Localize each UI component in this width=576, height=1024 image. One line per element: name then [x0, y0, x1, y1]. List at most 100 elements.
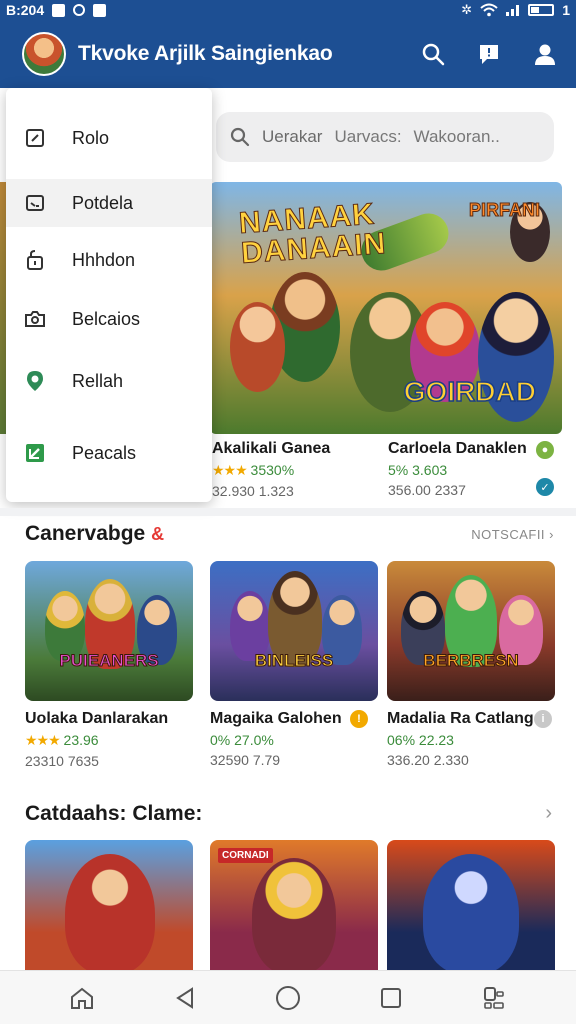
- status-badge: ✓: [536, 478, 554, 496]
- drawer-item-label: Rolo: [72, 127, 110, 148]
- bluetooth-icon: ✲: [461, 2, 473, 17]
- card-badge: CORNADI: [218, 848, 273, 863]
- game-downloads: 356.00 2337: [388, 482, 466, 498]
- game-title: Akalikali Ganea: [212, 440, 331, 457]
- lock-icon: [24, 249, 46, 271]
- chevron-right-icon[interactable]: ›: [545, 802, 552, 825]
- notification-icon: [52, 3, 66, 17]
- status-time: B:204: [6, 2, 45, 18]
- drawer-item-belcaios[interactable]: Belcaios: [6, 295, 212, 343]
- section-title: Catdaahs: Clame:: [25, 802, 203, 825]
- featured-game-meta[interactable]: Carloela Danaklen 5% 3.603 356.00 2337: [388, 440, 527, 498]
- banner-hero: [230, 302, 285, 392]
- apps-icon: [484, 986, 505, 1009]
- game-card-image[interactable]: BERBRESN: [387, 561, 555, 701]
- home-button[interactable]: [67, 983, 97, 1013]
- section-title: Canervabge &: [25, 522, 165, 545]
- game-card-image[interactable]: [25, 840, 193, 972]
- home-icon: [70, 987, 93, 1009]
- drawer-item-label: Peacals: [72, 442, 137, 463]
- status-right-text: 1: [562, 2, 570, 18]
- section-divider: [0, 508, 576, 516]
- recents-button[interactable]: [376, 983, 406, 1013]
- back-icon: [175, 986, 193, 1009]
- drawer-item-hhhdon[interactable]: Hhhdon: [6, 236, 212, 284]
- system-nav-bar: [0, 970, 576, 1024]
- game-rating: 5% 3.603: [388, 462, 448, 478]
- status-badge: !: [350, 710, 368, 728]
- drawer-item-label: Potdela: [72, 192, 134, 213]
- game-rating: 0% 27.0%: [210, 732, 274, 748]
- back-button[interactable]: [170, 983, 200, 1013]
- game-title: Carloela Danaklen: [388, 440, 527, 457]
- game-card-image[interactable]: [387, 840, 555, 972]
- home-circle-button[interactable]: [273, 983, 303, 1013]
- card-art: [252, 858, 336, 972]
- circle-icon: [275, 985, 300, 1010]
- game-card-meta[interactable]: Madalia Ra Catlang 06% 22.23 336.20 2.33…: [387, 710, 534, 768]
- featured-game-meta[interactable]: Akalikali Ganea ★★★ 3530% 32.930 1.323: [212, 440, 330, 499]
- drawer-item-peacals[interactable]: Peacals: [6, 429, 212, 477]
- game-downloads: 32590 7.79: [210, 752, 281, 768]
- card-art: [423, 854, 519, 972]
- search-bar[interactable]: Uerakar Uarvacs: Wakooran..: [216, 112, 554, 162]
- search-icon: [230, 127, 250, 147]
- profile-icon: [535, 44, 555, 65]
- square-icon: [381, 987, 402, 1008]
- edit-icon: [24, 127, 46, 149]
- download-icon: [93, 3, 107, 17]
- featured-banner[interactable]: NANAAK DANAAIN PIRFANI GOIRDAD: [210, 182, 562, 434]
- banner-logo: NANAAK DANAAIN: [237, 197, 388, 270]
- game-downloads: 32.930 1.323: [212, 483, 294, 499]
- game-card-image[interactable]: BINLEISS: [210, 561, 378, 701]
- card-logo: BINLEISS: [254, 651, 334, 671]
- search-chip[interactable]: Uarvacs:: [334, 127, 401, 147]
- search-chip[interactable]: Wakooran..: [414, 127, 500, 147]
- game-title: Madalia Ra Catlang: [387, 710, 534, 727]
- status-badge: ●: [536, 441, 554, 459]
- status-badge: i: [534, 710, 552, 728]
- banner-logo: PIRFANI: [468, 200, 540, 221]
- status-bar: B:204 ✲ 1: [0, 0, 576, 20]
- game-title: Uolaka Danlarakan: [25, 710, 169, 727]
- card-art: [65, 854, 155, 972]
- game-card-meta[interactable]: Uolaka Danlarakan ★★★ 23.96 23310 7635: [25, 710, 168, 769]
- apps-button[interactable]: [479, 983, 509, 1013]
- profile-button[interactable]: [532, 41, 558, 67]
- drawer-item-label: Belcaios: [72, 308, 141, 329]
- card-logo: BERBRESN: [423, 651, 519, 671]
- search-icon: [422, 43, 445, 66]
- game-card-meta[interactable]: Magaika Galohen 0% 27.0% 32590 7.79: [210, 710, 342, 768]
- camera-icon: [24, 308, 46, 330]
- game-rating: 06% 22.23: [387, 732, 454, 748]
- game-title: Magaika Galohen: [210, 710, 342, 727]
- sync-icon: [73, 4, 86, 16]
- banner-logo: GOIRDAD: [403, 375, 537, 408]
- app-bar: Tkvoke Arjilk Saingienkao: [0, 20, 576, 88]
- card-logo: PUIEANERS: [59, 651, 159, 671]
- game-rating: ★★★ 3530%: [212, 462, 295, 478]
- location-icon: [24, 370, 46, 392]
- drawer-item-label: Rellah: [72, 370, 124, 391]
- avatar[interactable]: [22, 32, 66, 76]
- signal-icon: [506, 5, 520, 16]
- battery-icon: [528, 4, 555, 16]
- search-placeholder: Uerakar: [262, 127, 323, 146]
- game-rating: ★★★ 23.96: [25, 732, 99, 748]
- flag-icon: [24, 442, 46, 464]
- game-card-image[interactable]: PUIEANERS: [25, 561, 193, 701]
- chat-icon: [480, 45, 498, 64]
- app-title: Tkvoke Arjilk Saingienkao: [78, 42, 333, 65]
- drawer-item-rolo[interactable]: Rolo: [6, 114, 212, 162]
- image-icon: [24, 192, 46, 214]
- drawer-item-label: Hhhdon: [72, 249, 136, 270]
- drawer-item-rellah[interactable]: Rellah: [6, 357, 212, 405]
- see-more-link[interactable]: NOTSCAFII ›: [471, 527, 554, 542]
- wifi-icon: [480, 3, 498, 17]
- game-downloads: 336.20 2.330: [387, 752, 469, 768]
- chat-button[interactable]: [476, 41, 502, 67]
- drawer-item-potdela[interactable]: Potdela: [6, 179, 212, 227]
- game-card-image[interactable]: CORNADI: [210, 840, 378, 972]
- navigation-drawer: Rolo Potdela Hhhdon Belcaios Rellah Peac…: [6, 88, 212, 502]
- search-button[interactable]: [420, 41, 446, 67]
